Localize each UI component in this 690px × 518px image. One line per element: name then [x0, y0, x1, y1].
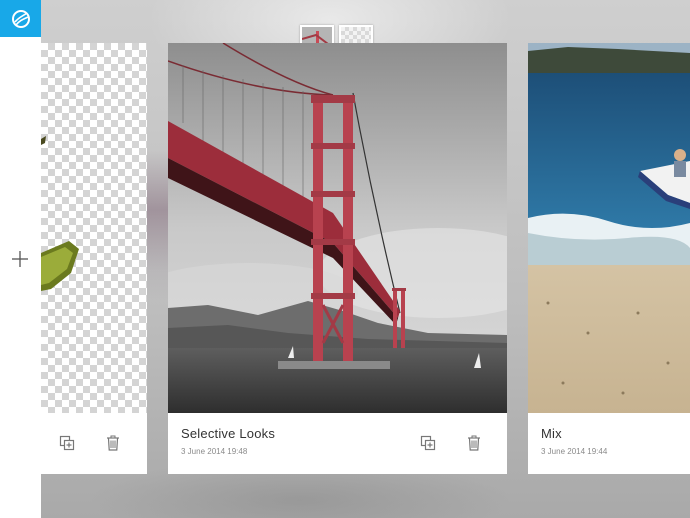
cutout-fragment — [41, 136, 79, 291]
card-footer — [41, 413, 147, 474]
card-date: 3 June 2014 19:44 — [541, 447, 608, 456]
duplicate-icon — [420, 435, 436, 451]
card-image-bridge — [168, 43, 507, 413]
card-image-transparent — [41, 43, 147, 413]
card-edge-shadow — [147, 150, 168, 300]
add-button[interactable] — [6, 247, 34, 271]
left-rail — [0, 0, 41, 518]
project-card-left[interactable] — [41, 43, 147, 474]
delete-button[interactable] — [103, 433, 123, 453]
duplicate-button[interactable] — [57, 433, 77, 453]
card-date: 3 June 2014 19:48 — [181, 447, 248, 456]
app-logo[interactable] — [0, 0, 41, 37]
card-title: Selective Looks — [181, 426, 276, 441]
duplicate-icon — [59, 435, 75, 451]
project-card-mix[interactable]: Mix 3 June 2014 19:44 — [528, 43, 690, 474]
delete-button[interactable] — [464, 433, 484, 453]
bridge-photo — [168, 43, 507, 413]
card-footer: Selective Looks 3 June 2014 19:48 — [168, 413, 507, 474]
plus-icon — [12, 251, 28, 267]
card-image-beach — [528, 43, 690, 413]
trash-icon — [107, 435, 119, 451]
card-title: Mix — [541, 426, 562, 441]
project-card-selective-looks[interactable]: Selective Looks 3 June 2014 19:48 — [168, 43, 507, 474]
app-logo-icon — [11, 9, 30, 28]
card-footer: Mix 3 June 2014 19:44 — [528, 413, 690, 474]
beach-photo — [528, 43, 690, 413]
duplicate-button[interactable] — [418, 433, 438, 453]
trash-icon — [468, 435, 480, 451]
